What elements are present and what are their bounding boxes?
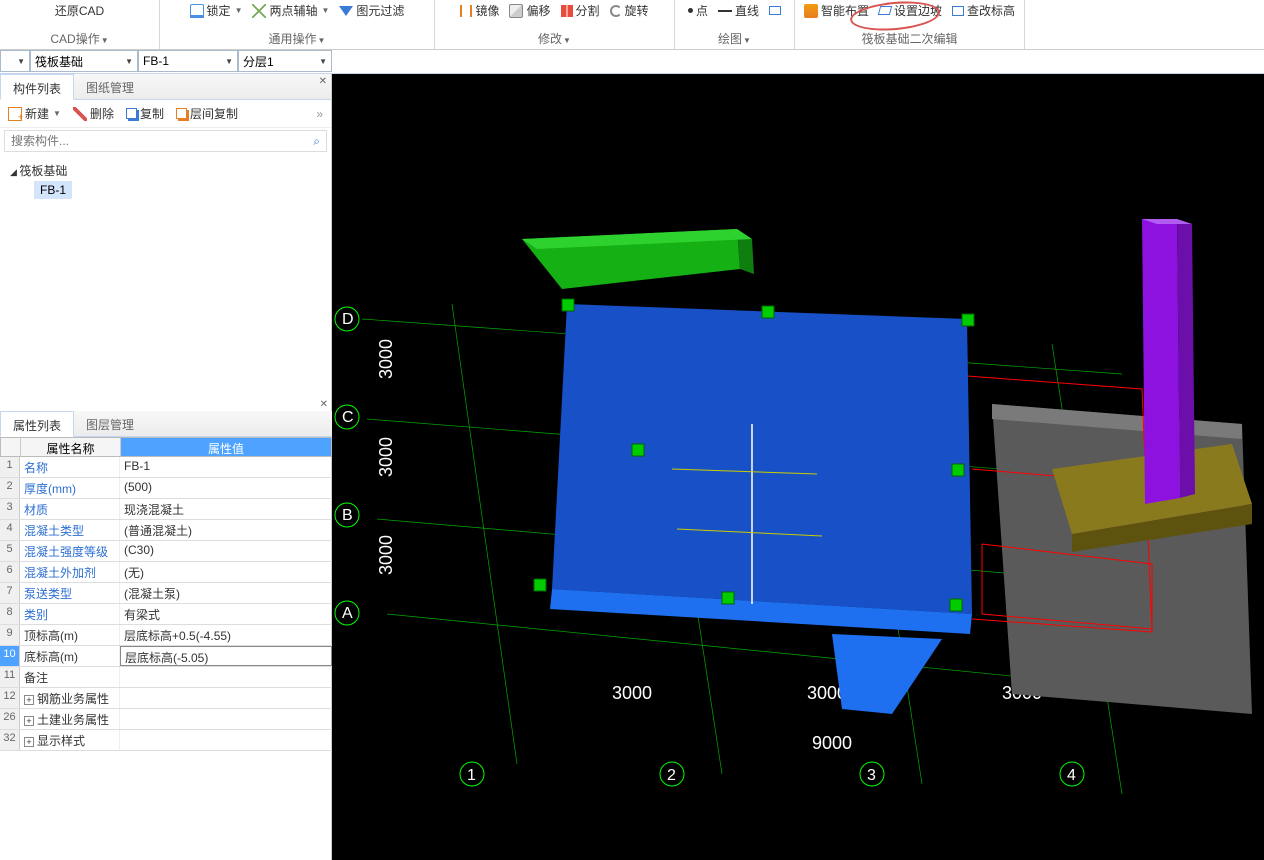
search-icon[interactable]: ⌕ xyxy=(313,134,320,149)
split-button[interactable]: 分割 xyxy=(561,2,600,19)
mirror-button[interactable]: 镜像 xyxy=(460,2,499,19)
new-icon xyxy=(8,107,22,121)
svg-text:3000: 3000 xyxy=(376,339,396,379)
property-row[interactable]: 12+钢筋业务属性 xyxy=(0,688,332,709)
svg-text:C: C xyxy=(342,409,354,426)
selector-1[interactable]: ▼ xyxy=(0,50,30,72)
property-row[interactable]: 6混凝土外加剂(无) xyxy=(0,562,332,583)
property-row[interactable]: 32+显示样式 xyxy=(0,730,332,751)
set-slope-button[interactable]: 设置边坡 xyxy=(879,2,942,19)
point-button[interactable]: 点 xyxy=(688,2,708,19)
toolbar-more-icon[interactable]: » xyxy=(316,107,323,121)
rect-button[interactable] xyxy=(769,6,781,15)
selector-row: ▼ 筏板基础▼ FB-1▼ 分层1▼ xyxy=(0,50,1264,74)
new-button[interactable]: 新建▼ xyxy=(8,105,61,122)
elevation-icon xyxy=(952,6,964,16)
property-header: 属性名称 属性值 xyxy=(0,437,332,457)
tree-root[interactable]: 筏板基础 xyxy=(10,160,321,181)
line-button[interactable]: 直线 xyxy=(718,2,759,19)
svg-text:3: 3 xyxy=(867,767,876,784)
property-row[interactable]: 26+土建业务属性 xyxy=(0,709,332,730)
slope-icon xyxy=(878,6,892,15)
component-toolbar: 新建▼ 删除 复制 层间复制 » xyxy=(0,100,331,128)
svg-text:3000: 3000 xyxy=(612,683,652,703)
axis-icon xyxy=(252,4,266,18)
svg-text:1: 1 xyxy=(467,767,476,784)
two-point-axis-button[interactable]: 两点辅轴▼ xyxy=(252,2,329,19)
prop-panel-close[interactable]: ✕ xyxy=(320,399,328,410)
tab-drawing-manage[interactable]: 图纸管理 xyxy=(74,74,146,99)
delete-icon xyxy=(73,107,87,121)
svg-text:3000: 3000 xyxy=(376,437,396,477)
tab-property-list[interactable]: 属性列表 xyxy=(0,411,74,437)
svg-text:2: 2 xyxy=(667,767,676,784)
svg-text:4: 4 xyxy=(1067,767,1076,784)
rotate-button[interactable]: 旋转 xyxy=(610,2,649,19)
search-input[interactable] xyxy=(11,134,313,148)
component-tree: 筏板基础 FB-1 xyxy=(0,154,331,205)
col-name-header: 属性名称 xyxy=(21,438,121,456)
rotate-icon xyxy=(610,5,622,17)
split-icon xyxy=(561,5,573,17)
property-row[interactable]: 8类别有梁式 xyxy=(0,604,332,625)
layer-copy-icon xyxy=(176,108,187,119)
ribbon: 还原CAD CAD操作▼ 锁定▼ 两点辅轴▼ 图元过滤 通用操作▼ 镜像 偏移 … xyxy=(0,0,1264,50)
check-elevation-button[interactable]: 查改标高 xyxy=(952,2,1015,19)
property-tabs: 属性列表 图层管理 xyxy=(0,411,332,437)
property-row[interactable]: 7泵送类型(混凝土泵) xyxy=(0,583,332,604)
property-row[interactable]: 5混凝土强度等级(C30) xyxy=(0,541,332,562)
search-box[interactable]: ⌕ xyxy=(4,130,327,152)
copy-button[interactable]: 复制 xyxy=(126,105,164,122)
layer-copy-button[interactable]: 层间复制 xyxy=(176,105,238,122)
smart-layout-button[interactable]: 智能布置 xyxy=(804,2,869,19)
offset-icon xyxy=(509,4,523,18)
property-row[interactable]: 1名称FB-1 xyxy=(0,457,332,478)
svg-text:A: A xyxy=(342,605,353,622)
point-icon xyxy=(688,8,693,13)
col-value-header[interactable]: 属性值 xyxy=(121,438,331,456)
component-tabs: 构件列表 图纸管理 xyxy=(0,74,331,100)
viewport-3d[interactable]: DCBA 1234 300030003000 300030003000 9000 xyxy=(332,74,1264,860)
filter-button[interactable]: 图元过滤 xyxy=(339,2,404,19)
selector-component[interactable]: FB-1▼ xyxy=(138,50,238,72)
property-panel: ✕ 属性列表 图层管理 属性名称 属性值 1名称FB-12厚度(mm)(500)… xyxy=(0,411,332,751)
property-row[interactable]: 2厚度(mm)(500) xyxy=(0,478,332,499)
smart-icon xyxy=(804,4,818,18)
mirror-icon xyxy=(460,5,472,17)
property-row[interactable]: 11备注 xyxy=(0,667,332,688)
tab-layer-manage[interactable]: 图层管理 xyxy=(74,411,146,436)
svg-text:B: B xyxy=(342,507,353,524)
dim-total: 9000 xyxy=(812,733,852,753)
offset-button[interactable]: 偏移 xyxy=(509,2,550,19)
panel-close-button[interactable]: ✕ xyxy=(319,76,327,87)
delete-button[interactable]: 删除 xyxy=(73,105,114,122)
lock-icon xyxy=(190,4,204,18)
left-sidebar: ✕ 构件列表 图纸管理 新建▼ 删除 复制 层间复制 » ⌕ 筏板基础 FB-1… xyxy=(0,74,332,860)
tree-item-fb1[interactable]: FB-1 xyxy=(34,181,72,199)
property-rows: 1名称FB-12厚度(mm)(500)3材质现浇混凝土4混凝土类型(普通混凝土)… xyxy=(0,457,332,751)
lock-button[interactable]: 锁定▼ xyxy=(190,2,243,19)
property-row[interactable]: 3材质现浇混凝土 xyxy=(0,499,332,520)
filter-icon xyxy=(339,6,353,16)
selector-category[interactable]: 筏板基础▼ xyxy=(30,50,138,72)
property-row[interactable]: 4混凝土类型(普通混凝土) xyxy=(0,520,332,541)
property-row[interactable]: 9顶标高(m)层底标高+0.5(-4.55) xyxy=(0,625,332,646)
line-icon xyxy=(718,10,732,12)
restore-cad-button[interactable]: 还原CAD xyxy=(55,2,104,19)
svg-text:3000: 3000 xyxy=(376,535,396,575)
rect-icon xyxy=(769,6,781,15)
property-row[interactable]: 10底标高(m)层底标高(-5.05) xyxy=(0,646,332,667)
selector-layer[interactable]: 分层1▼ xyxy=(238,50,332,72)
svg-text:D: D xyxy=(342,311,354,328)
copy-icon xyxy=(126,108,137,119)
tab-component-list[interactable]: 构件列表 xyxy=(0,74,74,100)
